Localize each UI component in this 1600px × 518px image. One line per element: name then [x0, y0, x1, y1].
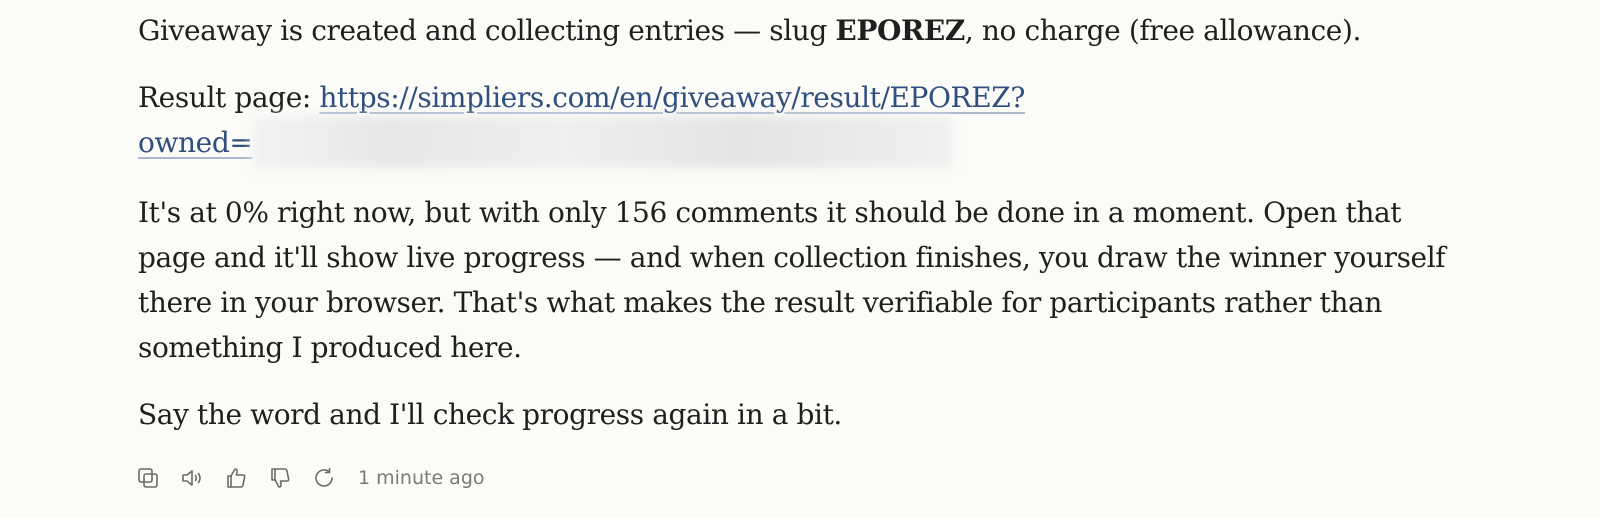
status-text-end: , no charge (free allowance). [964, 14, 1362, 47]
thumbs-down-button[interactable] [268, 462, 312, 494]
message-paragraph-result-link: Result page: https://simpliers.com/en/gi… [138, 75, 1038, 168]
thumbs-up-icon [227, 468, 246, 488]
message-paragraph-progress: It's at 0% right now, but with only 156 … [138, 195, 1446, 364]
thumbs-up-button[interactable] [224, 462, 268, 494]
thumbs-down-icon [271, 468, 290, 488]
redacted-token [252, 115, 953, 168]
speaker-icon [182, 470, 201, 486]
copy-icon [138, 468, 158, 488]
copy-button[interactable] [136, 462, 180, 494]
giveaway-slug: EPOREZ [835, 14, 965, 47]
read-aloud-button[interactable] [180, 462, 224, 494]
message-actions: 1 minute ago [136, 462, 485, 494]
retry-button[interactable] [312, 462, 356, 494]
assistant-message: Giveaway is created and collecting entri… [138, 8, 1458, 459]
status-text: Giveaway is created and collecting entri… [138, 14, 836, 47]
retry-icon [315, 467, 333, 487]
message-timestamp: 1 minute ago [358, 467, 485, 489]
message-paragraph-followup: Say the word and I'll check progress aga… [138, 397, 842, 431]
message-paragraph-status: Giveaway is created and collecting entri… [138, 8, 1458, 53]
result-page-label: Result page: [138, 81, 320, 114]
